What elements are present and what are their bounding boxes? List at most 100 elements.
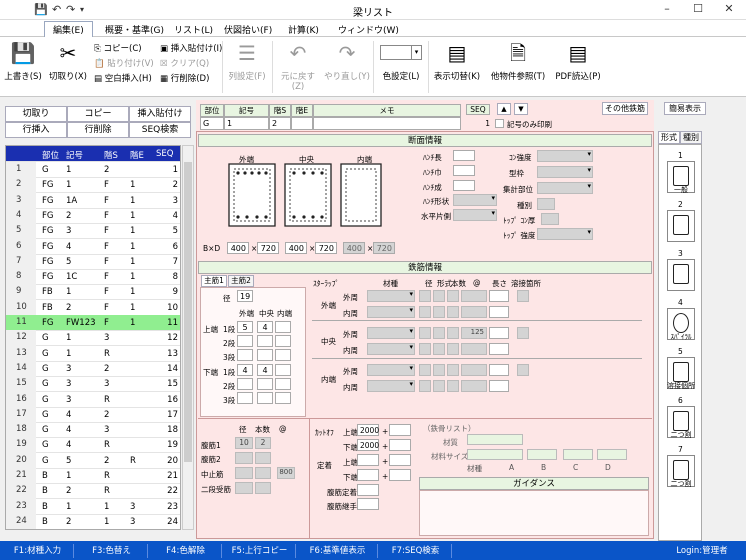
table-cell[interactable]: 1 — [66, 180, 71, 190]
rebar-count-field[interactable]: 4 — [237, 364, 253, 376]
tab-main-rebar-1[interactable]: 主筋1 — [201, 275, 227, 287]
center-b-field[interactable]: 400 — [285, 242, 307, 254]
stirrup-material-select[interactable]: ▾ — [367, 343, 415, 355]
stirrup-spec-field[interactable] — [433, 364, 445, 376]
rebar-count-field[interactable]: 4 — [257, 364, 273, 376]
diameter-field[interactable]: 19 — [237, 290, 253, 302]
haunch-length-field[interactable] — [453, 150, 475, 161]
f5-key[interactable]: F5:上行コピー — [224, 544, 296, 558]
table-cell[interactable]: 24 — [167, 517, 178, 527]
rebar-count-field[interactable] — [275, 349, 291, 361]
rebar-count-field[interactable]: 5 — [237, 321, 253, 333]
table-cell[interactable]: F — [104, 318, 109, 328]
stirrup-length-field[interactable] — [489, 327, 509, 339]
f4-key[interactable]: F4:色解除 — [150, 544, 222, 558]
double-diameter-field[interactable] — [235, 482, 253, 494]
color-setting-button[interactable]: ▾ 色設定(L) — [378, 45, 424, 82]
stirrup-spec-field[interactable] — [447, 290, 459, 302]
table-row[interactable]: 24 B 2 1 3 24 — [6, 513, 180, 529]
cutoff-bottom-extra-field[interactable] — [389, 439, 411, 451]
table-cell[interactable]: G — [42, 165, 49, 175]
table-cell[interactable]: 5 — [66, 456, 71, 466]
stirrup-spec-field[interactable] — [419, 290, 431, 302]
table-cell[interactable]: 3 — [66, 379, 71, 389]
horizontal-side-select[interactable]: ▾ — [453, 209, 497, 221]
seq-down-button[interactable]: ▼ — [514, 103, 528, 115]
web-joint-field[interactable] — [357, 498, 379, 510]
other-rebar-button[interactable]: その他鉄筋 — [602, 102, 648, 115]
rebar-count-field[interactable] — [275, 392, 291, 404]
cutoff-top-extra-field[interactable] — [389, 424, 411, 436]
table-row[interactable]: 10 FB 2 F 1 10 — [6, 299, 180, 316]
table-cell[interactable]: 2 — [66, 517, 71, 527]
table-cell[interactable]: 3 — [104, 333, 109, 343]
table-cell[interactable]: 12 — [167, 333, 178, 343]
table-cell[interactable]: 19 — [167, 440, 178, 450]
table-cell[interactable]: 1 — [130, 287, 135, 297]
table-row[interactable]: 3 FG 1A F 1 3 — [6, 192, 180, 209]
stirrup-material-select[interactable]: ▾ — [367, 364, 415, 376]
stirrup-pitch-field[interactable] — [461, 343, 487, 355]
rebar-count-field[interactable] — [275, 335, 291, 347]
copy-row-button[interactable]: コピー — [67, 106, 129, 122]
table-row[interactable]: 6 FG 4 F 1 6 — [6, 238, 180, 255]
tab-form[interactable]: 形式 — [658, 131, 680, 144]
table-cell[interactable]: 1 — [130, 226, 135, 236]
table-cell[interactable]: 1 — [66, 349, 71, 359]
stirrup-spec-field[interactable] — [419, 327, 431, 339]
table-cell[interactable]: F — [104, 242, 109, 252]
table-cell[interactable]: 7 — [173, 257, 178, 267]
table-cell[interactable]: G — [42, 456, 49, 466]
column-setting-button[interactable]: ☰ 列設定(F) — [226, 41, 268, 82]
center-d-field[interactable]: 720 — [315, 242, 337, 254]
stirrup-spec-field[interactable] — [433, 380, 445, 392]
rebar-count-field[interactable] — [237, 349, 253, 361]
anchor-bottom-field[interactable] — [357, 469, 379, 481]
table-cell[interactable]: 3 — [104, 425, 109, 435]
middle-diameter-field[interactable] — [235, 467, 253, 479]
table-cell[interactable]: 14 — [167, 364, 178, 374]
table-cell[interactable]: 1 — [130, 180, 135, 190]
stirrup-material-select[interactable]: ▾ — [367, 327, 415, 339]
table-row[interactable]: 1G121 — [6, 162, 180, 178]
tab-type[interactable]: 種別 — [680, 131, 702, 144]
rebar-count-field[interactable] — [275, 321, 291, 333]
table-row[interactable]: 2 FG 1 F 1 2 — [6, 177, 180, 194]
table-cell[interactable]: 6 — [173, 242, 178, 252]
table-row[interactable]: 11 FG FW123 F 1 11 — [6, 315, 180, 331]
table-row[interactable]: 8 FG 1C F 1 8 — [6, 269, 180, 286]
stirrup-pitch-field[interactable] — [461, 364, 487, 376]
inner-b-field[interactable]: 400 — [343, 242, 365, 254]
stirrup-pitch-field[interactable] — [461, 380, 487, 392]
table-cell[interactable]: F — [104, 180, 109, 190]
table-cell[interactable]: 23 — [167, 502, 178, 512]
table-row[interactable]: 9 FB 1 F 1 9 — [6, 284, 180, 301]
table-cell[interactable]: 2 — [66, 486, 71, 496]
table-cell[interactable]: F — [104, 196, 109, 206]
stirrup-spec-field[interactable] — [419, 380, 431, 392]
table-cell[interactable]: G — [42, 440, 49, 450]
table-cell[interactable]: 1A — [66, 196, 77, 206]
table-cell[interactable]: 4 — [66, 440, 71, 450]
outer-d-field[interactable]: 720 — [257, 242, 279, 254]
formwork-select[interactable]: ▾ — [537, 166, 593, 178]
table-cell[interactable]: 22 — [167, 486, 178, 496]
rebar-count-field[interactable]: 4 — [257, 321, 273, 333]
f6-key[interactable]: F6:基準値表示 — [298, 544, 378, 558]
table-cell[interactable]: 2 — [104, 410, 109, 420]
table-cell[interactable]: 3 — [130, 502, 135, 512]
table-row[interactable]: 21 B 1 R 21 — [6, 468, 180, 484]
table-cell[interactable]: 3 — [173, 196, 178, 206]
table-cell[interactable]: 5 — [66, 257, 71, 267]
web-anchor-field[interactable] — [357, 484, 379, 496]
inner-d-field[interactable]: 720 — [373, 242, 395, 254]
table-cell[interactable]: F — [104, 257, 109, 267]
table-cell[interactable]: 1 — [130, 211, 135, 221]
table-cell[interactable]: FG — [42, 180, 53, 190]
table-cell[interactable]: R — [104, 471, 110, 481]
stirrup-spec-field[interactable] — [433, 290, 445, 302]
beam-list-grid[interactable]: 部位 記号 階S 階E SEQ 1 G 1 2 1 2 FG 1 F 1 2 3 FG 1A F 1 3 4 FG 2… — [5, 145, 181, 530]
haunch-depth-field[interactable] — [453, 180, 475, 191]
stirrup-spec-field[interactable] — [419, 364, 431, 376]
table-cell[interactable]: 4 — [173, 211, 178, 221]
